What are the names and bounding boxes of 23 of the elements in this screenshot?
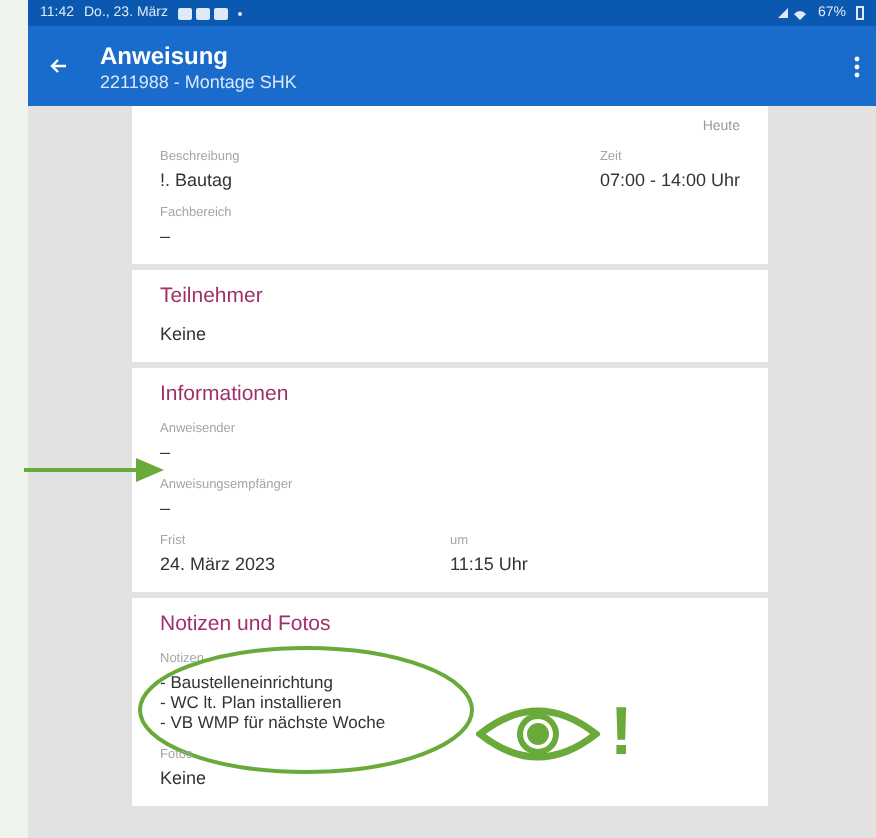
field-value: – <box>160 442 173 462</box>
back-arrow-icon[interactable] <box>48 56 68 76</box>
field-value: – <box>160 498 173 518</box>
screen-subtitle: 2211988 - Montage SHK <box>100 71 299 91</box>
notes-text: - Baustelleneinrichtung - WC lt. Plan installieren - VB WMP für nächste Woche <box>160 672 386 732</box>
more-menu-icon[interactable] <box>854 55 860 77</box>
field-value: !. Bautag <box>160 170 235 190</box>
section-title: Teilnehmer <box>160 284 265 308</box>
field-value: 11:15 Uhr <box>450 554 530 574</box>
field-value: Keine <box>160 768 207 788</box>
battery-icon <box>856 6 864 20</box>
field-value: – <box>160 226 173 246</box>
section-title: Notizen und Fotos <box>160 612 333 636</box>
section-title: Informationen <box>160 382 291 406</box>
exclamation-mark: ! <box>610 692 633 772</box>
field-value: Keine <box>160 324 207 344</box>
screen-title: Anweisung <box>100 41 231 69</box>
pointer-arrow <box>24 458 164 482</box>
eye-icon <box>476 704 600 764</box>
field-value: 24. März 2023 <box>160 554 278 574</box>
signal-wifi-icon <box>775 6 808 20</box>
field-value: 07:00 - 14:00 Uhr <box>599 170 740 190</box>
notification-icons-drawing <box>178 7 229 19</box>
